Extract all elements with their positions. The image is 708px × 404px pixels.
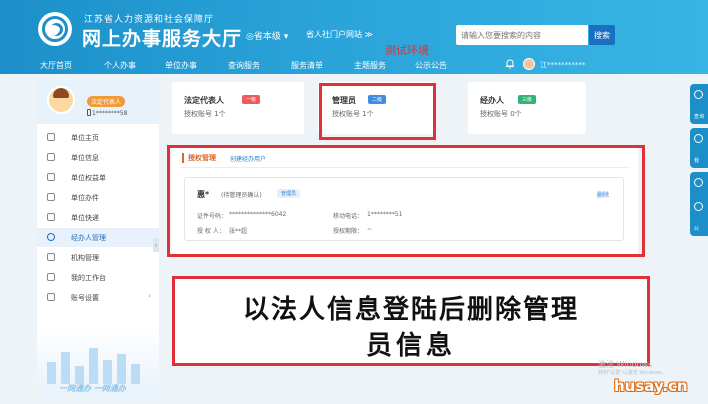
highlight-admin-card [319, 83, 436, 140]
profile-panel: 法定代表人 1********58 [37, 80, 159, 124]
bell-icon[interactable] [505, 59, 515, 69]
card-title: 法定代表人 [184, 96, 224, 105]
sidebar-item-info[interactable]: 单位信息 [37, 148, 159, 167]
float-mine-button[interactable]: 我 [690, 128, 708, 168]
nav-item-unit[interactable]: 单位办事 [165, 60, 197, 71]
sidebar-item-cases[interactable]: 单位办件 [37, 188, 159, 207]
nav-item-service-list[interactable]: 服务清单 [291, 60, 323, 71]
windows-activation-hint: 转到"设置"以激活 Windows。 [598, 370, 667, 376]
nav-item-home[interactable]: 大厅首页 [40, 60, 72, 71]
wechat-icon [694, 202, 703, 211]
role-card-legal-rep[interactable]: 法定代表人 一级 授权账号 1个 [172, 82, 304, 134]
folder-icon [47, 193, 55, 201]
headset-icon [694, 90, 703, 99]
card-count: 授权账号 0个 [480, 110, 522, 118]
sidebar-item-settings[interactable]: 账号设置 › [37, 288, 159, 307]
org-icon [47, 253, 55, 261]
card-title: 经办人 [480, 96, 504, 105]
caption-line-1: 以法人信息登陆后删除管理 [242, 295, 579, 325]
user-icon [694, 134, 703, 143]
user-avatar[interactable] [523, 58, 535, 70]
annotation-caption: 以法人信息登陆后删除管理 员信息 [172, 276, 650, 366]
settings-icon [47, 293, 55, 301]
search-button[interactable]: 搜索 [589, 25, 615, 45]
site-logo-icon[interactable] [38, 12, 72, 46]
sidebar-item-home[interactable]: 单位主页 [37, 128, 159, 147]
sidebar-item-rights[interactable]: 单位权益单 [37, 168, 159, 187]
truck-icon [47, 213, 55, 221]
phone-icon [87, 109, 91, 116]
role-badge[interactable]: 法定代表人 [87, 96, 126, 107]
search-input[interactable] [456, 25, 588, 45]
caption-line-2: 员信息 [365, 331, 456, 361]
account-number: 1********58 [92, 110, 128, 117]
float-query-button[interactable]: 查询 [690, 84, 708, 124]
home-icon [47, 133, 55, 141]
nav-item-notices[interactable]: 公示公告 [415, 60, 447, 71]
site-title[interactable]: 网上办事服务大厅 [82, 24, 242, 51]
level-badge: 三级 [518, 95, 537, 104]
region-selector[interactable]: ◎省本级 ▾ [246, 29, 288, 42]
user-icon [47, 233, 55, 241]
avatar [47, 86, 75, 114]
rights-icon [47, 173, 55, 181]
sidebar-item-org[interactable]: 机构管理 [37, 248, 159, 267]
mobile-icon [694, 178, 703, 187]
highlight-auth-panel [167, 145, 645, 257]
sidebar-item-express[interactable]: 单位快递 [37, 208, 159, 227]
sidebar-item-operators[interactable]: 经办人管理 [37, 228, 159, 247]
sidebar: 法定代表人 1********58 单位主页 单位信息 单位权益单 单位办件 单… [37, 80, 159, 398]
portal-link[interactable]: 省人社门户网站 ≫ [306, 29, 373, 40]
nav-item-topics[interactable]: 主题服务 [354, 60, 386, 71]
main-nav: 大厅首页 个人办事 单位办事 查询服务 服务清单 主题服务 公示公告 [0, 56, 708, 74]
workbench-icon [47, 273, 55, 281]
sidebar-collapse-icon[interactable]: ‹ [153, 238, 159, 252]
user-name[interactable]: 江*********** [540, 60, 586, 70]
role-card-operator[interactable]: 经办人 三级 授权账号 0个 [468, 82, 586, 134]
sidebar-illustration: 一网通办 一网通办 [37, 328, 159, 398]
sidebar-item-workbench[interactable]: 我的工作台 [37, 268, 159, 287]
card-count: 授权账号 1个 [184, 110, 226, 118]
level-badge: 一级 [242, 95, 261, 104]
nav-item-query[interactable]: 查询服务 [228, 60, 260, 71]
nav-item-personal[interactable]: 个人办事 [104, 60, 136, 71]
illustration-text: 一网通办 一网通办 [59, 384, 126, 393]
site-brand-watermark: husay.cn [614, 377, 688, 395]
site-header: 江苏省人力资源和社会保障厅 网上办事服务大厅 ◎省本级 ▾ 省人社门户网站 ≫ … [0, 0, 708, 56]
info-icon [47, 153, 55, 161]
float-public-button[interactable]: 公 [690, 196, 708, 236]
chevron-right-icon: › [148, 292, 151, 300]
